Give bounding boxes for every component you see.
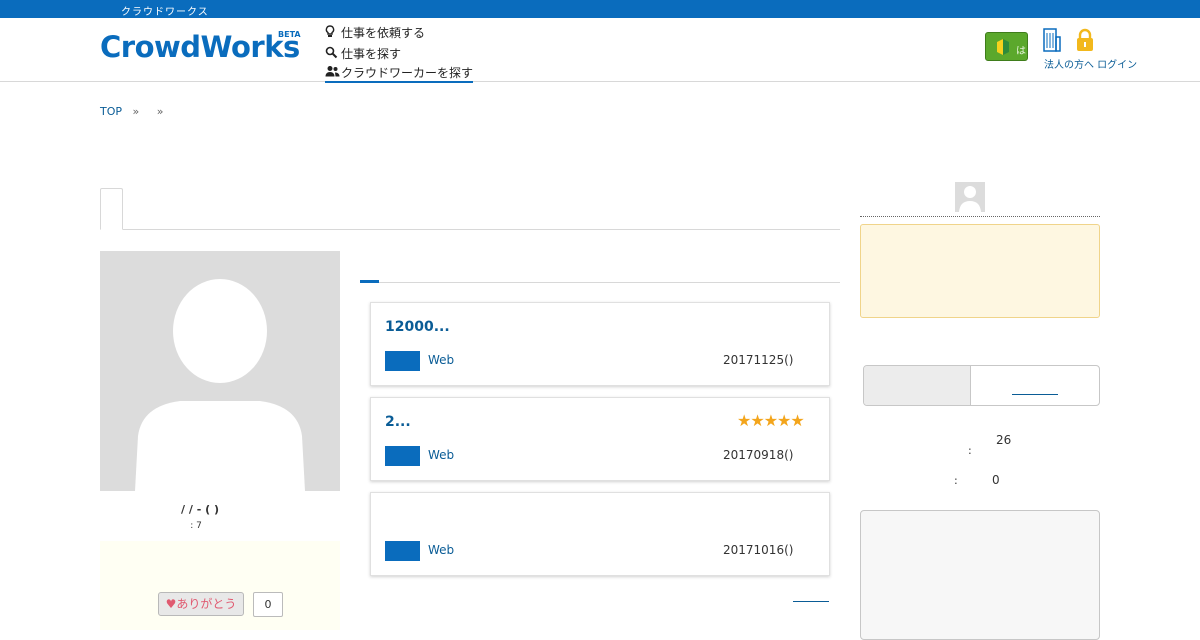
nav-post-job[interactable]: 仕事を依頼する [325, 22, 473, 43]
top-bar: クラウドワークス [0, 0, 1200, 18]
job-date: 20171125() [723, 353, 794, 367]
job-category[interactable]: Web [428, 448, 454, 462]
job-card[interactable]: 2... ★★★★★ Web 20170918() [370, 397, 830, 481]
header-actions: はじめての方 法人の方へ ログイン [985, 28, 1137, 80]
nav-find-workers-label: クラウドワーカーを探す [341, 66, 474, 80]
job-title[interactable]: 2... [385, 414, 411, 430]
job-card[interactable]: Web 20171016() [370, 492, 830, 576]
heart-icon: ♥ [165, 597, 177, 611]
thanks-count: 0 [253, 592, 283, 617]
user-silhouette-icon [959, 186, 981, 212]
main-nav: 仕事を依頼する 仕事を探す クラウドワーカーを探す [325, 22, 474, 83]
stat-value: 0 [992, 473, 1000, 487]
sidebar-divider [860, 216, 1100, 217]
job-category[interactable]: Web [428, 353, 454, 367]
more-link[interactable] [793, 601, 829, 602]
job-category[interactable]: Web [428, 543, 454, 557]
toggle-left[interactable] [864, 366, 971, 405]
job-date: 20170918() [723, 448, 794, 462]
users-icon [325, 65, 341, 80]
job-title[interactable]: 12000... [385, 319, 450, 335]
profile-avatar [100, 251, 340, 491]
header-links[interactable]: 法人の方へ ログイン [1044, 56, 1137, 71]
breadcrumb-top-link[interactable]: TOP [100, 105, 122, 118]
nav-find-job[interactable]: 仕事を探す [325, 43, 473, 64]
site-logo[interactable]: CrowdWorks [100, 30, 300, 64]
lock-icon[interactable] [1075, 28, 1095, 52]
top-bar-text: クラウドワークス [121, 7, 209, 18]
logo-beta-badge: BETA [278, 30, 301, 39]
thanks-area [100, 541, 340, 630]
section-divider [360, 282, 840, 283]
section-accent [360, 280, 379, 283]
sidebar-toggle [863, 365, 1100, 406]
sidebar-notice [860, 224, 1100, 318]
stat-value: 26 [996, 433, 1012, 447]
building-icon[interactable] [1043, 28, 1061, 52]
job-date: 20171016() [723, 543, 794, 557]
beginner-button[interactable]: はじめての方 [985, 32, 1028, 61]
rating-stars: ★★★★★ [737, 411, 805, 430]
sidebar-avatar [955, 182, 985, 212]
job-card[interactable]: 12000... Web 20171125() [370, 302, 830, 386]
beginner-label: はじめての方 [1016, 46, 1027, 57]
breadcrumb-separator: » [156, 105, 164, 118]
job-type-badge [385, 446, 420, 466]
profile-meta: / / - ( ) [181, 503, 219, 516]
job-type-badge [385, 541, 420, 561]
lightbulb-icon [325, 24, 341, 41]
site-header: CrowdWorks BETA 仕事を依頼する 仕事を探す クラウドワーカーを探… [0, 18, 1200, 83]
breadcrumb-separator: » [132, 105, 140, 118]
tab-divider [100, 229, 840, 230]
stat-separator: : [968, 444, 972, 457]
profile-tab[interactable] [100, 188, 123, 230]
search-icon [325, 46, 341, 62]
job-type-badge [385, 351, 420, 371]
toggle-right-link[interactable] [1012, 394, 1058, 395]
nav-find-job-label: 仕事を探す [341, 47, 402, 61]
beginner-leaf-icon [997, 39, 1009, 55]
thanks-label: ありがとう [176, 597, 237, 611]
user-silhouette-icon [135, 279, 305, 491]
nav-post-job-label: 仕事を依頼する [341, 26, 426, 40]
stat-separator: : [954, 474, 958, 487]
nav-find-workers[interactable]: クラウドワーカーを探す [325, 64, 474, 83]
breadcrumb: TOP » » [100, 105, 170, 118]
sidebar-box [860, 510, 1100, 640]
thanks-button[interactable]: ♥ありがとう [158, 592, 244, 616]
profile-age: : 7 [190, 521, 202, 531]
